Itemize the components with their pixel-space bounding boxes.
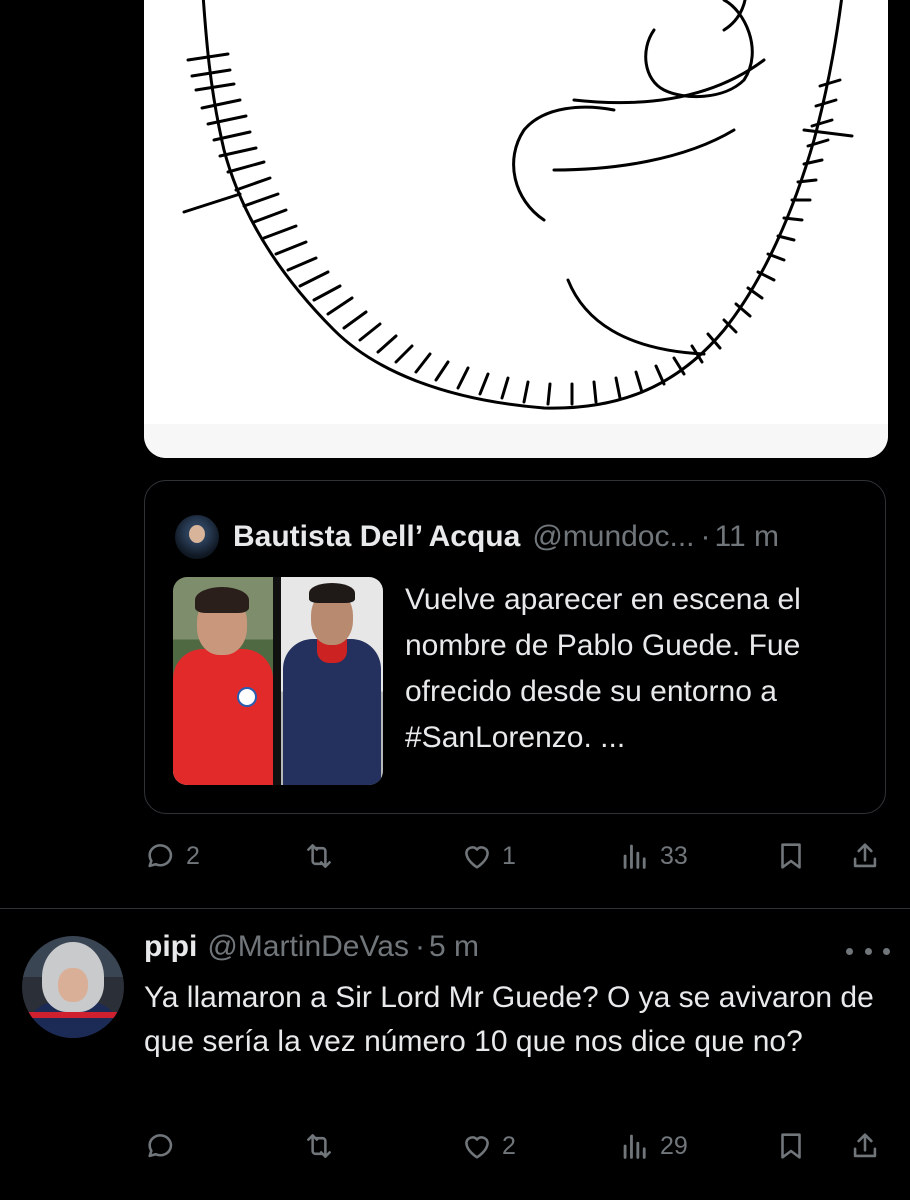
more-button[interactable]: [846, 936, 890, 966]
repost-icon: [307, 1134, 331, 1158]
reply-tweet-header: pipi @MartinDeVas · 5 m: [144, 930, 479, 964]
image-footer-strip: [144, 424, 888, 458]
views-button[interactable]: 29: [618, 1122, 688, 1170]
views-icon: [623, 1134, 646, 1159]
quoted-author-avatar[interactable]: [175, 515, 219, 559]
quoted-tweet-image[interactable]: [173, 577, 383, 785]
reply-tweet-text: Ya llamaron a Sir Lord Mr Guede? O ya se…: [144, 981, 874, 1058]
repost-button[interactable]: [302, 832, 344, 880]
quoted-timestamp[interactable]: 11 m: [715, 520, 779, 554]
bookmark-button[interactable]: [774, 1122, 808, 1170]
reply-author-name[interactable]: pipi: [144, 930, 197, 964]
timeline: Bautista Dell’ Acqua @mundoc... · 11 m V…: [0, 0, 910, 1200]
reply-author-avatar[interactable]: [22, 936, 124, 1038]
reply-separator: ·: [414, 930, 425, 963]
reply-author-handle[interactable]: @MartinDeVas: [207, 930, 409, 964]
main-tweet-actions: 2 1 33: [144, 832, 890, 880]
heart-icon: [465, 846, 489, 869]
heart-icon: [465, 1136, 489, 1159]
drawing-image: [182, 0, 854, 410]
share-icon: [853, 843, 877, 868]
reply-timestamp[interactable]: 5 m: [429, 930, 479, 964]
views-button[interactable]: 33: [618, 832, 688, 880]
reply-button[interactable]: 2: [144, 832, 200, 880]
tweet-divider: [0, 908, 910, 909]
photo-coach-left: [173, 577, 273, 785]
like-count: 2: [502, 1131, 516, 1160]
repost-icon: [307, 844, 331, 868]
quoted-tweet[interactable]: Bautista Dell’ Acqua @mundoc... · 11 m V…: [144, 480, 886, 814]
like-button[interactable]: 1: [460, 832, 516, 880]
photo-coach-right: [281, 577, 383, 785]
reply-button[interactable]: [144, 1122, 186, 1170]
quoted-tweet-header: Bautista Dell’ Acqua @mundoc... · 11 m: [175, 515, 779, 559]
bookmark-icon: [781, 843, 801, 869]
bookmark-icon: [781, 1133, 801, 1159]
views-icon: [623, 844, 646, 869]
bookmark-button[interactable]: [774, 832, 808, 880]
views-count: 33: [660, 841, 688, 870]
views-count: 29: [660, 1131, 688, 1160]
like-count: 1: [502, 841, 516, 870]
reply-icon: [148, 844, 173, 868]
reply-tweet-actions: 2 29: [144, 1122, 890, 1170]
quoted-author-name[interactable]: Bautista Dell’ Acqua: [233, 520, 520, 554]
like-button[interactable]: 2: [460, 1122, 516, 1170]
share-icon: [853, 1133, 877, 1158]
share-button[interactable]: [848, 1122, 882, 1170]
quoted-author-handle[interactable]: @mundoc...: [532, 520, 694, 554]
repost-button[interactable]: [302, 1122, 344, 1170]
more-icon: [846, 947, 853, 955]
share-button[interactable]: [848, 832, 882, 880]
tweet-image[interactable]: [144, 0, 888, 458]
reply-count: 2: [186, 841, 200, 870]
quoted-separator: ·: [700, 520, 711, 553]
reply-icon: [148, 1134, 173, 1158]
quoted-tweet-text: Vuelve aparecer en escena el nombre de P…: [405, 583, 801, 754]
